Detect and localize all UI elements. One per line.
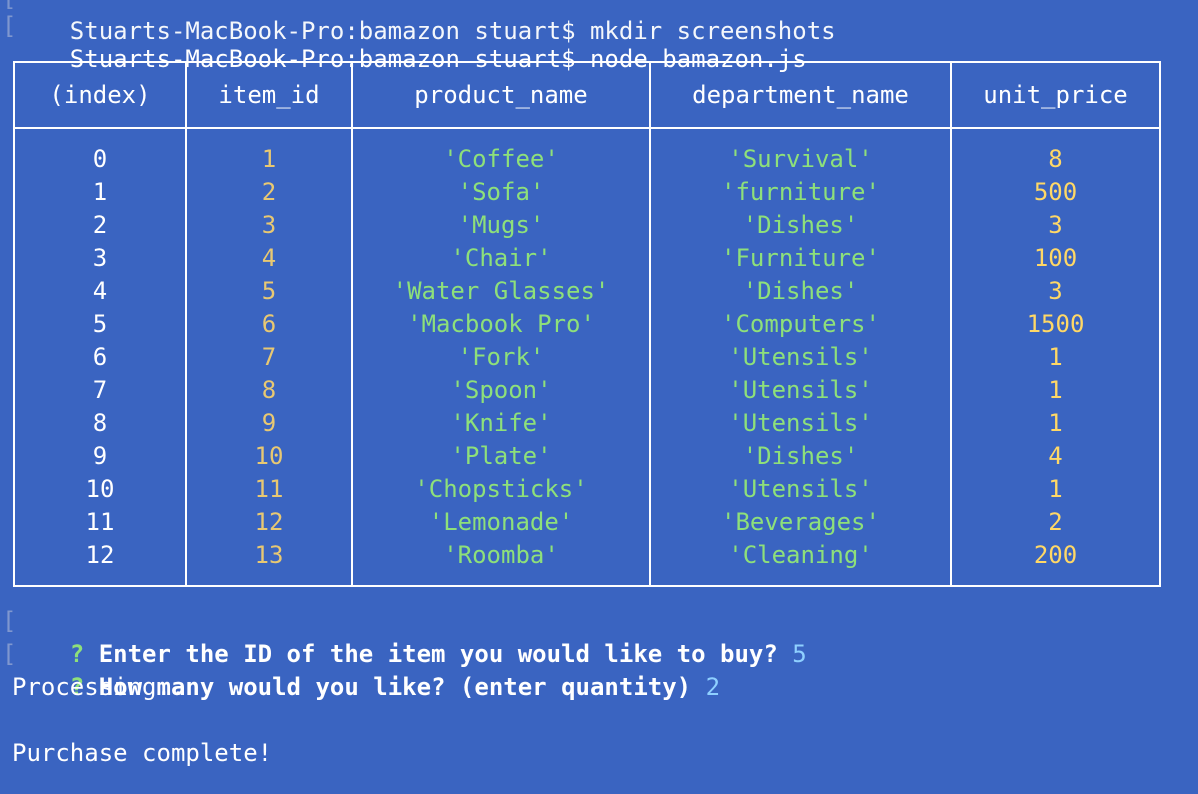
table-row: 1 2 'Sofa' 'furniture' 500 (15, 176, 1159, 209)
cell-product-name: 'Fork' (457, 343, 545, 371)
line-marker: [ (2, 640, 17, 668)
cell-item-id: 4 (261, 244, 277, 272)
header-product-name: product_name (414, 81, 588, 109)
table-row: 10 11 'Chopsticks' 'Utensils' 1 (15, 473, 1159, 506)
cell-unit-price: 1 (1048, 475, 1063, 503)
cell-index: 7 (92, 376, 108, 404)
table-row: 8 9 'Knife' 'Utensils' 1 (15, 407, 1159, 440)
table-body: 0 1 'Coffee' 'Survival' 8 1 2 'Sofa''furniture'… (15, 143, 1159, 572)
cell-product-name: 'Knife' (450, 409, 552, 437)
cell-index: 6 (92, 343, 108, 371)
table-row: 11 12 'Lemonade' 'Beverages' 2 (15, 506, 1159, 539)
cell-department-name: 'furniture' (721, 178, 880, 206)
cell-item-id: 12 (254, 508, 284, 536)
cell-item-id: 6 (261, 310, 277, 338)
cell-product-name: 'Roomba' (443, 541, 559, 569)
table-row: 9 10 'Plate' 'Dishes' 4 (15, 440, 1159, 473)
cell-item-id: 8 (261, 376, 277, 404)
table-row: 4 5 'Water Glasses' 'Dishes' 3 (15, 275, 1159, 308)
cell-item-id: 7 (261, 343, 277, 371)
prompt-answer[interactable]: 2 (706, 673, 720, 701)
cell-product-name: 'Chopsticks' (414, 475, 588, 503)
cell-unit-price: 3 (1048, 211, 1063, 239)
table-row: 7 8 'Spoon' 'Utensils' 1 (15, 374, 1159, 407)
cell-item-id: 5 (261, 277, 277, 305)
cell-department-name: 'Furniture' (721, 244, 880, 272)
cell-product-name: 'Sofa' (457, 178, 545, 206)
cell-product-name: 'Plate' (450, 442, 552, 470)
cell-product-name: 'Coffee' (443, 145, 559, 173)
cell-item-id: 3 (261, 211, 277, 239)
table-row: 2 3 'Mugs' 'Dishes' 3 (15, 209, 1159, 242)
cell-index: 0 (92, 145, 108, 173)
prompt-item-id: [? Enter the ID of the item you would li… (2, 605, 807, 668)
prompt-question: How many would you like? (enter quantity… (98, 673, 692, 701)
cell-product-name: 'Spoon' (450, 376, 552, 404)
cell-index: 4 (92, 277, 108, 305)
cell-item-id: 10 (254, 442, 284, 470)
cell-department-name: 'Computers' (721, 310, 880, 338)
cell-index: 5 (92, 310, 108, 338)
header-index: (index) (49, 81, 151, 109)
cell-index: 11 (85, 508, 115, 536)
header-divider (15, 127, 1159, 129)
cell-index: 3 (92, 244, 108, 272)
purchase-complete-output: Purchase complete! (12, 739, 273, 767)
cell-department-name: 'Dishes' (742, 211, 859, 239)
cell-department-name: 'Dishes' (742, 442, 859, 470)
cell-unit-price: 3 (1048, 277, 1063, 305)
cell-unit-price: 200 (1033, 541, 1078, 569)
cell-unit-price: 100 (1033, 244, 1078, 272)
cell-unit-price: 1 (1048, 376, 1063, 404)
table-row: 5 6 'Macbook Pro' 'Computers' 1500 (15, 308, 1159, 341)
table-row: 0 1 'Coffee' 'Survival' 8 (15, 143, 1159, 176)
cell-index: 1 (92, 178, 108, 206)
cell-item-id: 9 (261, 409, 277, 437)
cell-unit-price: 4 (1048, 442, 1063, 470)
header-department-name: department_name (692, 81, 909, 109)
cell-unit-price: 1 (1048, 409, 1063, 437)
table-row: 3 4 'Chair' 'Furniture' 100 (15, 242, 1159, 275)
cell-department-name: 'Beverages' (721, 508, 880, 536)
cell-item-id: 2 (261, 178, 277, 206)
cell-item-id: 13 (254, 541, 284, 569)
cell-product-name: 'Water Glasses' (392, 277, 610, 305)
cell-unit-price: 2 (1048, 508, 1063, 536)
table-row: 12 13 'Roomba' 'Cleaning' 200 (15, 539, 1159, 572)
prompt-quantity: [? How many would you like? (enter quant… (2, 638, 720, 701)
header-item-id: item_id (218, 81, 320, 109)
cell-department-name: 'Cleaning' (728, 541, 873, 569)
table-row: 6 7 'Fork' 'Utensils' 1 (15, 341, 1159, 374)
terminal-window: [Stuarts-MacBook-Pro:bamazon stuart$ mkd… (0, 0, 1198, 794)
cell-product-name: 'Chair' (450, 244, 552, 272)
cell-department-name: 'Utensils' (728, 409, 873, 437)
cell-index: 12 (85, 541, 115, 569)
cell-unit-price: 8 (1048, 145, 1063, 173)
header-unit-price: unit_price (983, 81, 1128, 109)
cell-product-name: 'Mugs' (457, 211, 545, 239)
cell-department-name: 'Survival' (728, 145, 873, 173)
line-marker: [ (2, 12, 17, 40)
processing-output: Processing.. (12, 673, 186, 701)
cell-unit-price: 1500 (1026, 310, 1085, 338)
cell-product-name: 'Lemonade' (428, 508, 574, 536)
cell-department-name: 'Utensils' (728, 376, 873, 404)
command-line: [Stuarts-MacBook-Pro:bamazon stuart$ nod… (2, 10, 807, 73)
cell-item-id: 11 (254, 475, 284, 503)
prompt-answer[interactable]: 5 (792, 640, 806, 668)
line-marker: [ (2, 607, 17, 635)
cell-index: 10 (85, 475, 115, 503)
cell-index: 2 (92, 211, 108, 239)
cell-department-name: 'Utensils' (728, 343, 873, 371)
cell-item-id: 1 (261, 145, 277, 173)
cell-product-name: 'Macbook Pro' (407, 310, 595, 338)
cell-department-name: 'Dishes' (742, 277, 859, 305)
cell-unit-price: 1 (1048, 343, 1063, 371)
cell-index: 8 (92, 409, 108, 437)
products-table: (index) item_id product_name department_… (13, 61, 1161, 587)
cell-unit-price: 500 (1033, 178, 1078, 206)
cell-department-name: 'Utensils' (728, 475, 873, 503)
cell-index: 9 (92, 442, 108, 470)
